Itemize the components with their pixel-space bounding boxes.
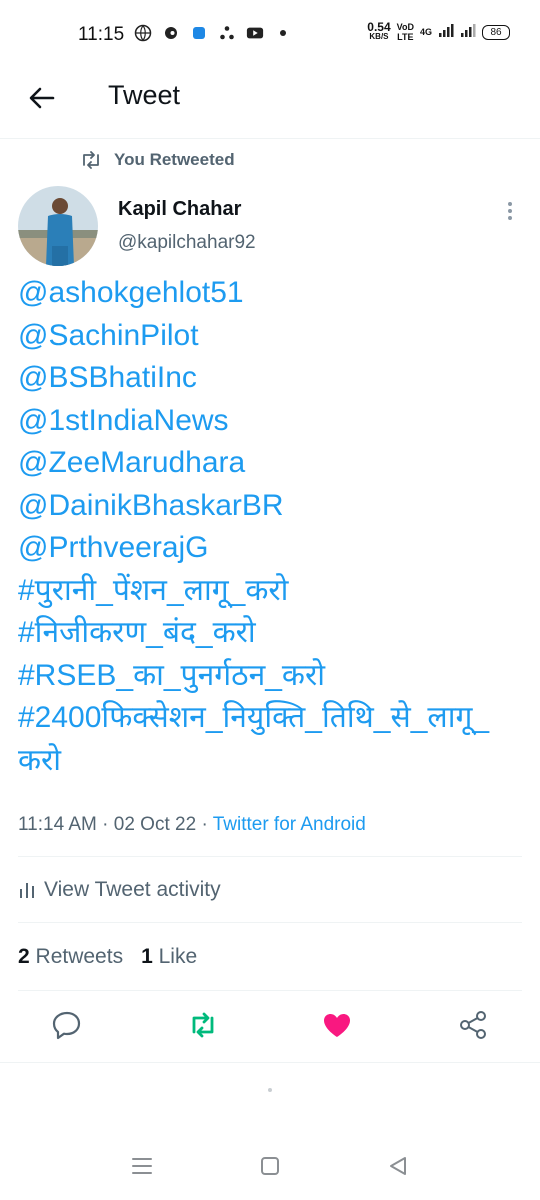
avatar[interactable] (18, 186, 98, 266)
status-bar: 11:15 0.54 KB/S VoD LTE 4G 86 (0, 0, 540, 70)
home-square-icon[interactable] (258, 1154, 282, 1178)
mention-link[interactable]: @DainikBhaskarBR (18, 485, 528, 528)
network-speed: 0.54 KB/S (367, 20, 391, 42)
mention-link[interactable]: @BSBhatiInc (18, 357, 528, 400)
recents-menu-icon[interactable] (130, 1154, 154, 1178)
net-speed-unit: KB/S (369, 32, 389, 41)
mention-link[interactable]: @1stIndiaNews (18, 400, 528, 443)
hashtag-link[interactable]: #2400फिक्सेशन_नियुक्ति_तिथि_से_लागू_ (18, 697, 528, 740)
net-speed-value: 0.54 (367, 20, 391, 34)
hashtag-link[interactable]: #RSEB_का_पुनर्गठन_करो (18, 655, 528, 698)
carrier-line1: VoD (396, 22, 414, 32)
likes-count: 1 (141, 945, 153, 968)
globe-icon (134, 24, 152, 42)
carrier-indicator: VoD LTE (397, 22, 414, 42)
retweets-count: 2 (18, 945, 30, 968)
mention-link[interactable]: @PrthveerajG (18, 527, 528, 570)
retweets-label: Retweets (35, 945, 124, 968)
app-notification-icon-blue (190, 24, 208, 42)
tweet-action-bar (0, 1004, 540, 1050)
tweet-stats: 2 Retweets 1 Like (18, 945, 197, 969)
youtube-icon (246, 24, 264, 42)
back-arrow-icon[interactable] (26, 82, 58, 114)
back-triangle-icon[interactable] (386, 1154, 410, 1178)
battery-icon: 86 (482, 24, 510, 40)
status-right: 0.54 KB/S VoD LTE 4G 86 (367, 20, 510, 42)
retweet-label: You Retweeted (114, 150, 235, 169)
app-notification-icon (162, 24, 180, 42)
divider (18, 856, 522, 857)
meta-separator: · (102, 814, 114, 835)
divider (18, 922, 522, 923)
like-icon[interactable] (320, 1008, 354, 1042)
more-notifications-dot-icon (274, 24, 292, 42)
status-time: 11:15 (78, 24, 125, 45)
activity-label: View Tweet activity (44, 878, 221, 901)
hashtag-link[interactable]: #पुरानी_पेंशन_लागू_करो (18, 570, 528, 613)
share-icon[interactable] (456, 1008, 490, 1042)
retweet-icon[interactable] (186, 1008, 220, 1042)
signal-icon (438, 23, 454, 41)
meta-separator: · (201, 814, 213, 835)
divider (0, 1062, 540, 1063)
signal-icon-2 (460, 23, 476, 41)
author-handle[interactable]: @kapilchahar92 (118, 232, 256, 254)
hashtag-link[interactable]: #निजीकरण_बंद_करो (18, 612, 528, 655)
notification-icons (134, 24, 292, 42)
analytics-icon (20, 883, 34, 898)
tweet-date: 02 Oct 22 (113, 814, 197, 835)
reply-icon[interactable] (50, 1008, 84, 1042)
carrier-line2: LTE (397, 32, 414, 42)
tweet-time: 11:14 AM (18, 814, 97, 835)
mention-link[interactable]: @ZeeMarudhara (18, 442, 528, 485)
page-indicator-dot (268, 1088, 272, 1092)
retweet-context: You Retweeted (80, 150, 235, 170)
author-name[interactable]: Kapil Chahar (118, 198, 241, 221)
retweet-icon (83, 151, 99, 169)
divider (18, 990, 522, 991)
mention-link[interactable]: @SachinPilot (18, 315, 528, 358)
tweet-source-link[interactable]: Twitter for Android (213, 814, 366, 835)
more-options-icon[interactable] (500, 200, 520, 222)
system-navigation-bar (0, 1140, 540, 1200)
mention-link[interactable]: @ashokgehlot51 (18, 272, 528, 315)
share-app-icon (218, 24, 236, 42)
tweet-meta: 11:14 AM · 02 Oct 22 · Twitter for Andro… (18, 814, 366, 836)
likes-stat[interactable]: 1 Like (141, 945, 197, 969)
retweets-stat[interactable]: 2 Retweets (18, 945, 123, 969)
view-tweet-activity[interactable]: View Tweet activity (18, 878, 221, 902)
network-type: 4G (419, 27, 432, 37)
battery-level: 86 (490, 26, 502, 38)
top-app-bar: Tweet (0, 70, 540, 139)
tweet-text: @ashokgehlot51 @SachinPilot @BSBhatiInc … (18, 272, 528, 782)
hashtag-link-continued[interactable]: करो (18, 740, 528, 783)
likes-label: Like (158, 945, 198, 968)
page-title: Tweet (108, 80, 181, 110)
